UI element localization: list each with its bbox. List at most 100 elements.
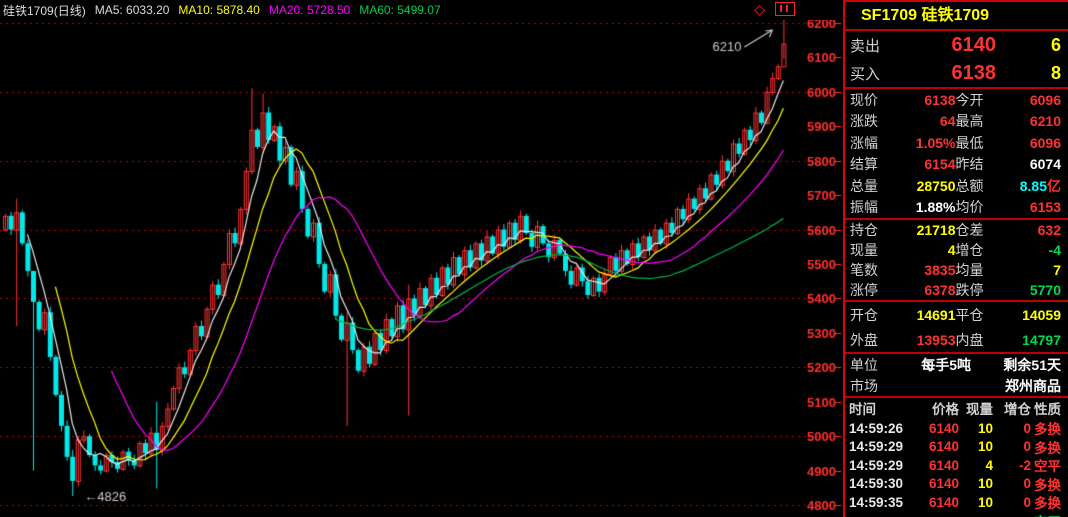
open-close-stats-section: 开仓14691平仓14059外盘13953内盘14797 xyxy=(845,302,1068,354)
stat-value: 1.05% xyxy=(900,135,956,151)
info-row: 市场郑州商品 xyxy=(845,375,1068,396)
stat-label: 现量 xyxy=(850,240,900,260)
stat-value: 5770 xyxy=(1006,282,1062,298)
tick-time: 14:59:35 xyxy=(849,495,911,510)
stat-label: 涨停 xyxy=(850,280,900,300)
tick-table-row: 14:59:296140100多换 xyxy=(845,437,1068,456)
ma20-legend: MA20: 5728.50 xyxy=(269,3,350,17)
stat-value: 14797 xyxy=(1006,332,1062,348)
stat-value: 6096 xyxy=(1006,135,1062,151)
tick-position-change: -2 xyxy=(993,458,1031,473)
stat-label: 笔数 xyxy=(850,260,900,280)
tick-volume: 10 xyxy=(959,495,993,510)
ma10-legend: MA10: 5878.40 xyxy=(178,3,259,17)
tick-header-cell: 时间 xyxy=(849,398,911,418)
stat-row: 外盘13953内盘14797 xyxy=(845,327,1068,352)
kline-view-icon[interactable] xyxy=(775,2,795,16)
trading-terminal: 硅铁1709(日线) MA5: 6033.20 MA10: 5878.40 MA… xyxy=(0,0,1068,517)
info-label: 市场 xyxy=(850,376,900,396)
stat-value: 14691 xyxy=(900,307,956,323)
tick-header-cell: 现量 xyxy=(959,398,993,418)
stat-value: 28750 xyxy=(900,178,956,194)
stat-label: 涨幅 xyxy=(850,133,900,153)
bid-ask-section: 卖出61406买入61388 xyxy=(845,31,1068,89)
tick-volume: 10 xyxy=(959,421,993,436)
tick-table-row: 14:59:306140100多换 xyxy=(845,474,1068,493)
tick-header-cell: 价格 xyxy=(911,398,959,418)
bidask-qty: 8 xyxy=(996,63,1061,84)
stat-row: 现量4增仓-4 xyxy=(845,240,1068,260)
tick-table-row: 空平 xyxy=(845,511,1068,517)
stat-label: 涨跌 xyxy=(850,111,900,131)
quote-panel: SF1709 硅铁1709 卖出61406买入61388 现价6138今开609… xyxy=(843,0,1068,517)
stat-label: 均价 xyxy=(956,197,1006,217)
stat-label: 现价 xyxy=(850,90,900,110)
stat-label: 开仓 xyxy=(850,305,900,325)
tick-nature: 多换 xyxy=(1031,418,1061,438)
stat-value: 6378 xyxy=(900,282,956,298)
stat-value: 21718 xyxy=(900,222,956,238)
contract-info-section: 单位每手5吨剩余51天市场郑州商品 xyxy=(845,354,1068,398)
chart-header: 硅铁1709(日线) MA5: 6033.20 MA10: 5878.40 MA… xyxy=(0,0,846,20)
stat-value: -4 xyxy=(1006,242,1062,258)
stat-label: 总额 xyxy=(956,176,1006,196)
stat-label: 跌停 xyxy=(956,280,1006,300)
tick-volume: 10 xyxy=(959,476,993,491)
stat-value: 1.88% xyxy=(900,199,956,215)
candlestick-chart[interactable] xyxy=(0,20,841,517)
stat-value-suffix: 亿 xyxy=(1047,178,1061,194)
tick-volume: 10 xyxy=(959,439,993,454)
bidask-price[interactable]: 6140 xyxy=(896,34,996,57)
stat-value: 3835 xyxy=(900,262,956,278)
stat-label: 平仓 xyxy=(956,305,1006,325)
diamond-icon[interactable]: ◇ xyxy=(754,2,765,16)
tick-time: 14:59:30 xyxy=(849,476,911,491)
stat-value: 13953 xyxy=(900,332,956,348)
stat-label: 内盘 xyxy=(956,330,1006,350)
bidask-qty: 6 xyxy=(996,35,1061,56)
stat-label: 最低 xyxy=(956,133,1006,153)
info-value: 每手5吨 xyxy=(900,355,971,375)
tick-time: 14:59:26 xyxy=(849,421,911,436)
bidask-price[interactable]: 6138 xyxy=(896,62,996,85)
stat-value: 14059 xyxy=(1006,307,1062,323)
tick-table-row: 14:59:266140100多换 xyxy=(845,418,1068,437)
tick-price: 6140 xyxy=(911,476,959,491)
stat-label: 振幅 xyxy=(850,197,900,217)
stat-label: 仓差 xyxy=(956,220,1006,240)
stat-label: 增仓 xyxy=(956,240,1006,260)
stat-label: 今开 xyxy=(956,90,1006,110)
chart-symbol-label: 硅铁1709(日线) xyxy=(3,2,86,19)
tick-position-change: 0 xyxy=(993,421,1031,436)
tick-table: 时间价格现量增仓性质14:59:266140100多换14:59:2961401… xyxy=(845,398,1068,517)
tick-nature: 多换 xyxy=(1031,492,1061,512)
tick-volume: 4 xyxy=(959,458,993,473)
tick-price: 6140 xyxy=(911,421,959,436)
stat-label: 外盘 xyxy=(850,330,900,350)
stat-row: 开仓14691平仓14059 xyxy=(845,302,1068,327)
stat-value: 6096 xyxy=(1006,92,1062,108)
tick-time: 14:59:29 xyxy=(849,439,911,454)
stat-row: 持仓21718仓差632 xyxy=(845,220,1068,240)
stat-value: 7 xyxy=(1006,262,1062,278)
tick-header-cell: 性质 xyxy=(1031,398,1061,418)
tick-price: 6140 xyxy=(911,458,959,473)
stat-row: 现价6138今开6096 xyxy=(845,89,1068,111)
tick-nature: 多换 xyxy=(1031,474,1061,494)
tick-table-row: 14:59:356140100多换 xyxy=(845,492,1068,511)
stat-value: 8.85亿 xyxy=(1006,176,1062,196)
stat-value: 64 xyxy=(900,113,956,129)
bidask-label: 卖出 xyxy=(850,35,896,56)
stat-label: 总量 xyxy=(850,176,900,196)
stat-label: 最高 xyxy=(956,111,1006,131)
stat-row: 总量28750总额8.85亿 xyxy=(845,175,1068,197)
stat-value: 4 xyxy=(900,242,956,258)
tick-price: 6140 xyxy=(911,495,959,510)
ask-row: 卖出61406 xyxy=(845,31,1068,59)
price-stats-section: 现价6138今开6096涨跌64最高6210涨幅1.05%最低6096结算615… xyxy=(845,89,1068,220)
tick-nature: 空平 xyxy=(1031,455,1061,475)
info-value: 剩余51天 xyxy=(971,355,1061,375)
stat-value: 6153 xyxy=(1006,199,1062,215)
stat-row: 涨幅1.05%最低6096 xyxy=(845,132,1068,154)
tick-position-change: 0 xyxy=(993,476,1031,491)
